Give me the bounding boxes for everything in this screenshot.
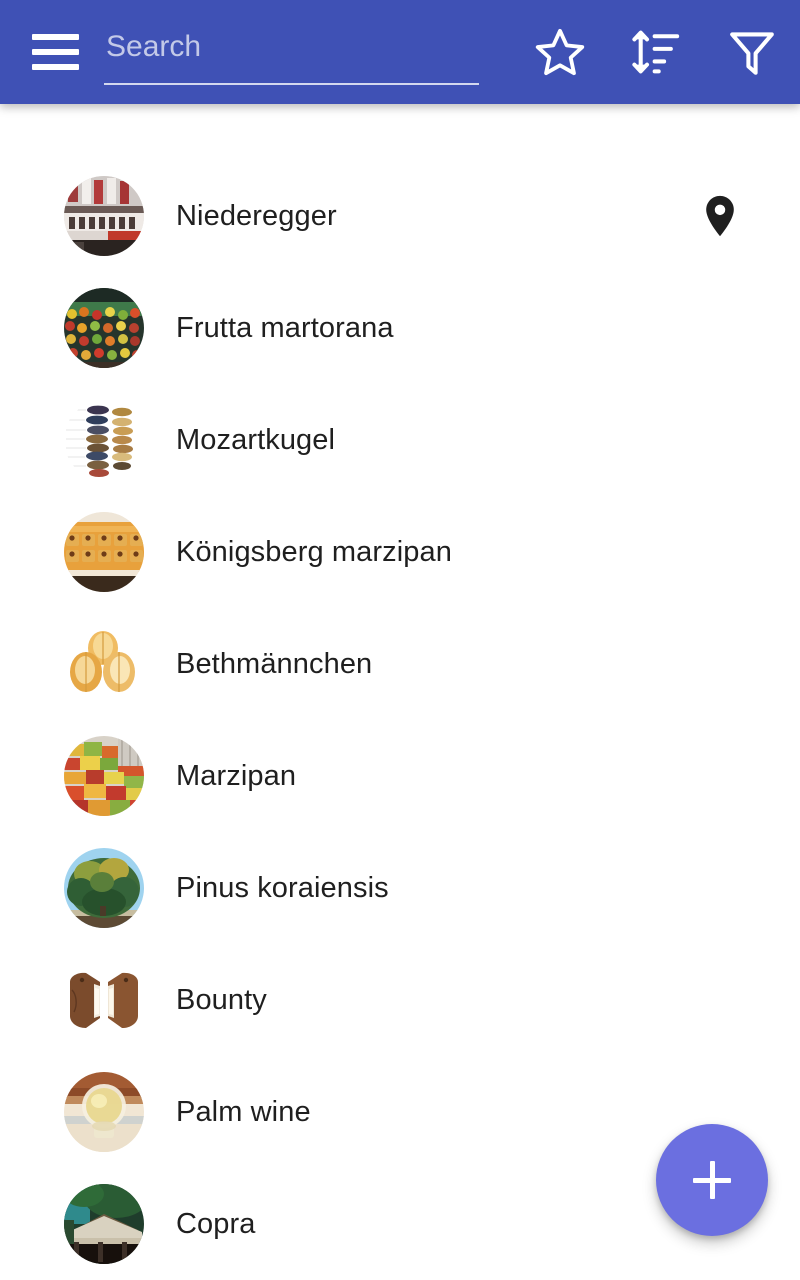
hamburger-menu-icon[interactable] [32,30,86,74]
items-list[interactable]: Niederegger Frutta martorana Mozartkugel… [0,104,800,1280]
chocolate-balls-photo [64,400,144,480]
list-item-title: Bethmännchen [176,647,373,680]
search-input[interactable] [104,19,479,75]
list-item-title: Frutta martorana [176,311,394,344]
glass-of-wine-photo [64,1072,144,1152]
list-item-title: Bounty [176,983,267,1016]
location-pin-icon[interactable] [700,194,740,238]
app-root: Niederegger [0,0,800,1280]
pastry-trio-photo [64,624,144,704]
search-underline [104,83,479,85]
chocolate-bar-photo [64,960,144,1040]
items-list-inner: Niederegger Frutta martorana Mozartkugel… [0,104,800,1280]
list-item[interactable]: Niederegger [0,160,800,272]
list-item[interactable]: Bethmännchen [0,608,800,720]
list-item-title: Niederegger [176,199,337,232]
hamburger-bar [32,49,79,55]
marzipan-cake-photo [64,512,144,592]
star-icon[interactable] [512,4,608,100]
market-stall-photo [64,736,144,816]
list-item-title: Pinus koraiensis [176,871,389,904]
add-fab-button[interactable] [656,1124,768,1236]
hamburger-bar [32,34,79,40]
list-item[interactable]: Marzipan [0,720,800,832]
list-item[interactable]: Frutta martorana [0,272,800,384]
pine-tree-photo [64,848,144,928]
list-item[interactable]: Königsberg marzipan [0,496,800,608]
toolbar-actions [512,0,800,104]
list-item-title: Marzipan [176,759,297,792]
list-item[interactable]: Pinus koraiensis [0,832,800,944]
plus-icon [709,1161,715,1199]
sort-icon[interactable] [608,4,704,100]
shop-facade-photo [64,176,144,256]
hamburger-bar [32,64,79,70]
list-item-title: Copra [176,1207,256,1240]
search-field [104,19,479,85]
fruit-market-photo [64,288,144,368]
list-item[interactable]: Bounty [0,944,800,1056]
drying-hut-photo [64,1184,144,1264]
list-item[interactable]: Mozartkugel [0,384,800,496]
list-item-title: Mozartkugel [176,423,336,456]
filter-icon[interactable] [704,4,800,100]
list-item-title: Palm wine [176,1095,311,1128]
list-item-title: Königsberg marzipan [176,535,452,568]
top-app-bar [0,0,800,104]
